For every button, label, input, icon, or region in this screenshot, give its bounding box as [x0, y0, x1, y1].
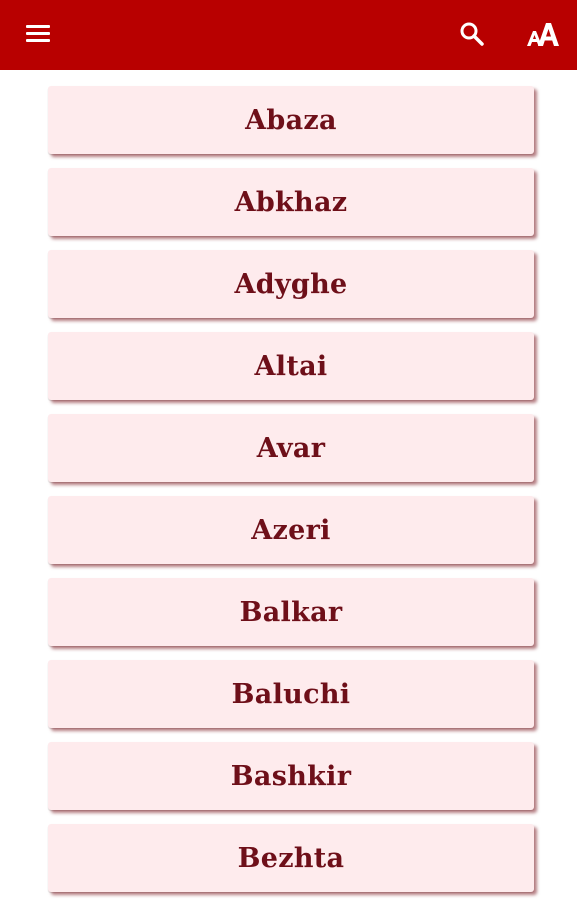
- language-button[interactable]: Balkar: [48, 578, 534, 646]
- language-button[interactable]: Abkhaz: [48, 168, 534, 236]
- language-button-label: Balkar: [239, 596, 343, 628]
- hamburger-menu-icon[interactable]: [24, 22, 52, 46]
- language-button-label: Abkhaz: [234, 186, 348, 218]
- language-button-label: Adyghe: [234, 268, 348, 300]
- language-button-label: Avar: [256, 432, 326, 464]
- language-button[interactable]: Adyghe: [48, 250, 534, 318]
- language-button-label: Bashkir: [230, 760, 352, 792]
- language-button-label: Bezhta: [237, 842, 345, 874]
- font-size-icon[interactable]: [524, 20, 562, 50]
- app-bar: [0, 0, 577, 70]
- language-button[interactable]: Bashkir: [48, 742, 534, 810]
- language-button[interactable]: Baluchi: [48, 660, 534, 728]
- language-button-label: Baluchi: [231, 678, 351, 710]
- language-button[interactable]: Avar: [48, 414, 534, 482]
- language-button[interactable]: Azeri: [48, 496, 534, 564]
- language-button-label: Azeri: [251, 514, 331, 546]
- language-button[interactable]: Bezhta: [48, 824, 534, 892]
- language-button-label: Altai: [254, 350, 328, 382]
- language-button-label: Abaza: [245, 104, 337, 136]
- language-button[interactable]: Abaza: [48, 86, 534, 154]
- search-icon[interactable]: [458, 20, 486, 48]
- language-button[interactable]: Altai: [48, 332, 534, 400]
